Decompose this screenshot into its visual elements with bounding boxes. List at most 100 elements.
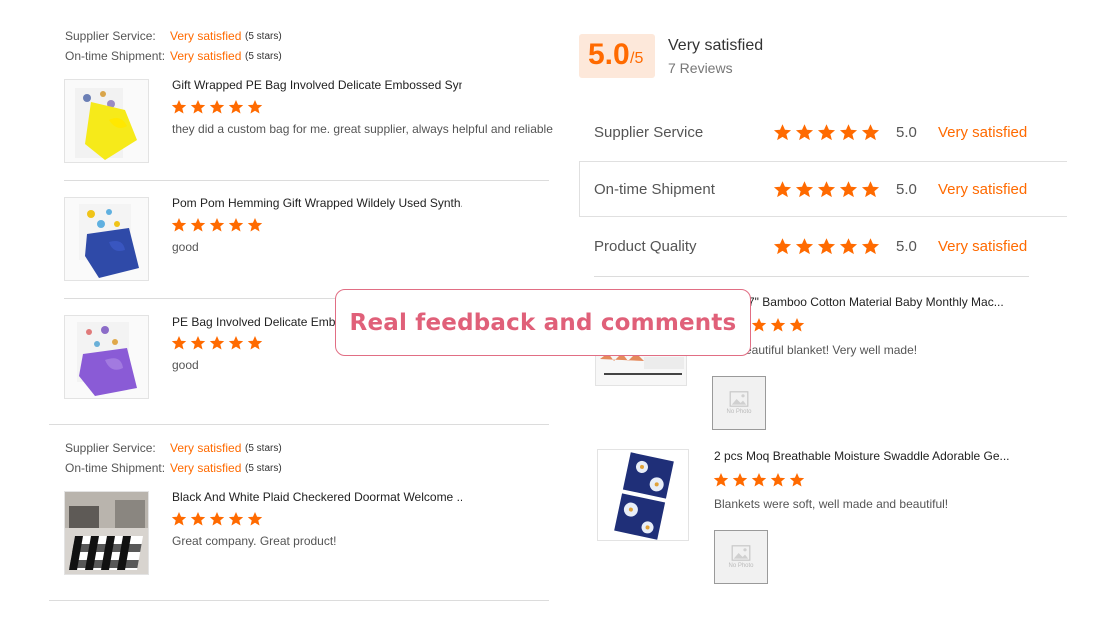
divider — [49, 424, 549, 425]
shipment-label: On-time Shipment: — [65, 49, 166, 63]
review-product-title[interactable]: Gift Wrapped PE Bag Involved Delicate Em… — [172, 78, 462, 92]
supplier-service-value: Very satisfied — [170, 29, 242, 43]
rating-row-score: 5.0 — [896, 124, 917, 141]
star-icon — [171, 217, 187, 233]
divider — [49, 600, 549, 601]
shipment-value: Very satisfied — [170, 461, 242, 475]
star-icon — [839, 237, 858, 256]
star-icon — [209, 99, 225, 115]
star-icon — [190, 99, 206, 115]
no-photo-label: No Photo — [728, 563, 754, 569]
star-icon — [795, 237, 814, 256]
image-placeholder-icon — [729, 391, 749, 407]
review-count[interactable]: 7 Reviews — [668, 60, 733, 76]
star-icon — [190, 511, 206, 527]
review-product-title[interactable]: Pom Pom Hemming Gift Wrapped Wildely Use… — [172, 196, 462, 210]
rating-row-label: On-time Shipment — [594, 181, 715, 198]
star-icon — [839, 180, 858, 199]
star-icon — [789, 317, 805, 333]
review-comment: Blankets were soft, well made and beauti… — [714, 497, 949, 511]
star-icon — [839, 123, 858, 142]
star-icon — [190, 335, 206, 351]
star-icon — [209, 335, 225, 351]
rating-row-score: 5.0 — [896, 238, 917, 255]
rating-row-supplier: Supplier Service 5.0 Very satisfied — [594, 123, 1054, 143]
star-icon — [247, 335, 263, 351]
supplier-service-label: Supplier Service: — [65, 441, 156, 455]
star-icon — [171, 335, 187, 351]
star-icon — [770, 317, 786, 333]
star-icon — [773, 123, 792, 142]
star-icon — [713, 472, 729, 488]
rating-row-stars — [773, 237, 880, 256]
shipment-stars-text: (5 stars) — [245, 51, 282, 62]
product-image-floral-swaddle — [598, 450, 688, 540]
star-icon — [817, 180, 836, 199]
star-icon — [228, 217, 244, 233]
image-placeholder-icon — [731, 545, 751, 561]
product-image-purple-blanket — [65, 316, 148, 398]
supplier-service-value: Very satisfied — [170, 441, 242, 455]
product-image-blue-blanket — [65, 198, 148, 280]
rating-row-stars — [773, 123, 880, 142]
product-thumbnail[interactable] — [64, 491, 149, 575]
product-thumbnail[interactable] — [64, 315, 149, 399]
review-comment: Great company. Great product! — [172, 534, 337, 548]
star-icon — [770, 472, 786, 488]
product-thumbnail[interactable] — [64, 197, 149, 281]
star-icon — [190, 217, 206, 233]
star-icon — [209, 217, 225, 233]
rating-row-value: Very satisfied — [938, 181, 1028, 198]
supplier-service-label: Supplier Service: — [65, 29, 156, 43]
review-product-title[interactable]: 7" Bamboo Cotton Material Baby Monthly M… — [748, 295, 1023, 309]
shipment-label: On-time Shipment: — [65, 461, 166, 475]
rating-row-shipment: On-time Shipment 5.0 Very satisfied — [594, 180, 1054, 200]
rating-row-label: Supplier Service — [594, 124, 704, 141]
star-icon — [773, 237, 792, 256]
product-image-plaid-doormat — [65, 492, 148, 574]
star-icon — [171, 511, 187, 527]
rating-row-value: Very satisfied — [938, 124, 1028, 141]
star-icon — [773, 180, 792, 199]
supplier-service-stars-text: (5 stars) — [245, 31, 282, 42]
review-comment: good — [172, 240, 199, 254]
star-icon — [795, 180, 814, 199]
rating-row-label: Product Quality — [594, 238, 697, 255]
review-comment: good — [172, 358, 199, 372]
star-icon — [751, 317, 767, 333]
product-thumbnail[interactable] — [64, 79, 149, 163]
product-image-yellow-blanket — [65, 80, 148, 162]
shipment-value: Very satisfied — [170, 49, 242, 63]
star-icon — [247, 511, 263, 527]
star-icon — [861, 237, 880, 256]
banner-text: Real feedback and comments — [349, 309, 737, 336]
star-icon — [228, 99, 244, 115]
rating-row-quality: Product Quality 5.0 Very satisfied — [594, 237, 1054, 257]
rating-row-score: 5.0 — [896, 181, 917, 198]
star-icon — [228, 335, 244, 351]
feedback-banner: Real feedback and comments — [335, 289, 751, 356]
divider — [594, 276, 1029, 277]
product-thumbnail[interactable] — [597, 449, 689, 541]
review-rating-stars — [171, 511, 263, 527]
review-product-title[interactable]: Black And White Plaid Checkered Doormat … — [172, 490, 462, 504]
summary-title: Very satisfied — [668, 37, 764, 54]
review-rating-stars — [171, 217, 263, 233]
review-rating-stars — [171, 99, 263, 115]
review-product-title[interactable]: PE Bag Involved Delicate Embos — [172, 315, 337, 329]
review-comment: eautiful blanket! Very well made! — [745, 343, 918, 357]
star-icon — [795, 123, 814, 142]
star-icon — [247, 99, 263, 115]
review-rating-stars — [713, 472, 805, 488]
review-comment: they did a custom bag for me. great supp… — [172, 122, 553, 136]
review-rating-stars — [171, 335, 263, 351]
star-icon — [209, 511, 225, 527]
review-product-title[interactable]: 2 pcs Moq Breathable Moisture Swaddle Ad… — [714, 449, 1019, 463]
no-photo-placeholder[interactable]: No Photo — [712, 376, 766, 430]
star-icon — [861, 180, 880, 199]
overall-score: 5.0 — [588, 38, 630, 71]
rating-row-stars — [773, 180, 880, 199]
star-icon — [817, 237, 836, 256]
no-photo-placeholder[interactable]: No Photo — [714, 530, 768, 584]
star-icon — [817, 123, 836, 142]
